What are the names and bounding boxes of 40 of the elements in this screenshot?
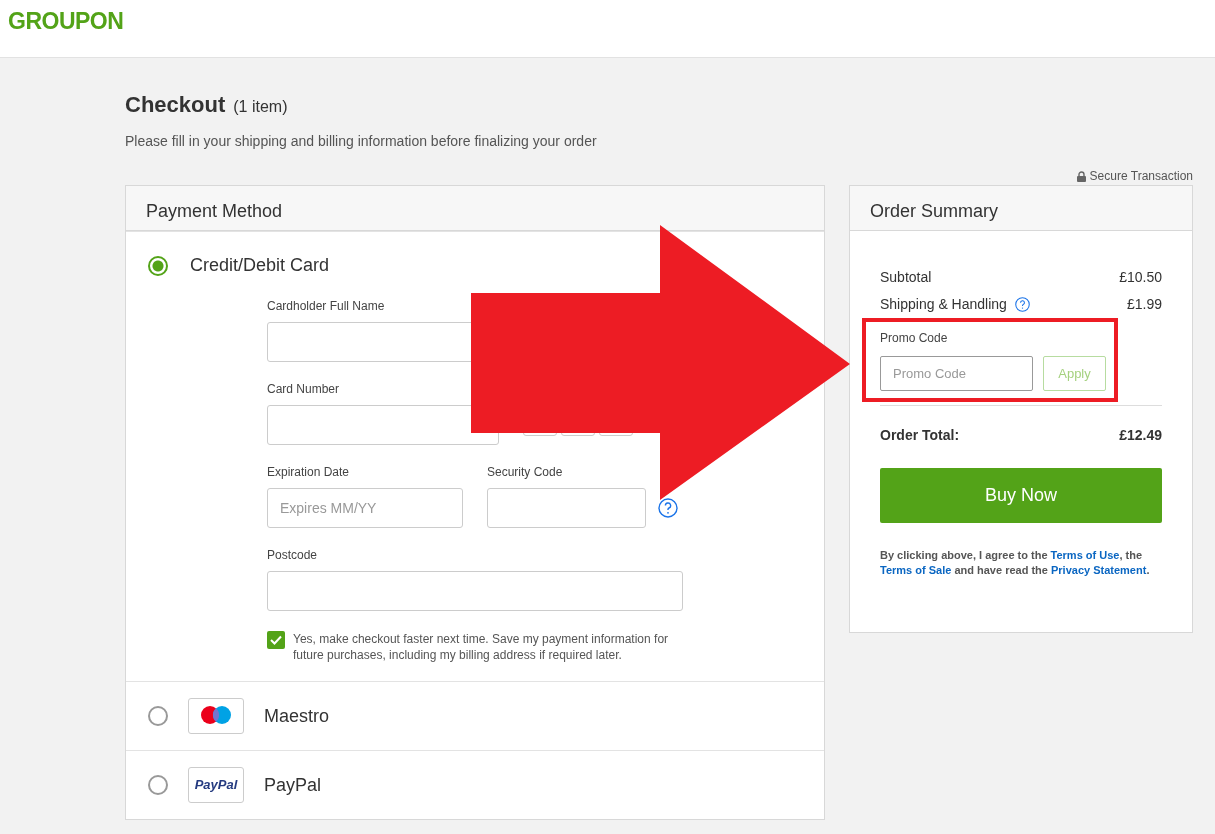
- payment-method-label[interactable]: Credit/Debit Card: [190, 252, 330, 279]
- radio-button[interactable]: [148, 255, 168, 276]
- input-field[interactable]: [267, 405, 499, 445]
- help-icon[interactable]: [658, 498, 678, 518]
- line-amount: £1.99: [1126, 295, 1162, 314]
- input-field[interactable]: [487, 488, 646, 528]
- page-title: Checkout: [125, 91, 226, 119]
- panel-title: Payment Method: [126, 186, 824, 231]
- terms-link[interactable]: Terms of Sale: [880, 564, 952, 576]
- terms-text: By clicking above, I agree to the Terms of Use, the Terms of Sale and have read the Privacy Statement.: [880, 548, 1151, 578]
- save-option-text: Yes, make checkout faster next time. Save my payment information for future purchases, including my billing address if required later.: [293, 631, 670, 663]
- payment-method-label[interactable]: PayPal: [264, 771, 322, 799]
- secure-note: Secure Transaction: [1089, 168, 1193, 185]
- item-count: (1 item): [233, 97, 288, 117]
- field-label: Postcode: [267, 548, 319, 563]
- line-label: Shipping & Handling: [880, 295, 1007, 314]
- radio-button[interactable]: [148, 775, 168, 795]
- panel-title: Order Summary: [850, 186, 1192, 231]
- input-field[interactable]: [267, 571, 683, 611]
- input-field[interactable]: Expires MM/YY: [267, 488, 463, 528]
- field-label: Expiration Date: [267, 465, 351, 480]
- help-icon[interactable]: [1014, 297, 1030, 312]
- line-label: Subtotal: [880, 268, 932, 287]
- radio-button[interactable]: [148, 706, 168, 726]
- field-label: Security Code: [487, 465, 564, 480]
- field-label: Cardholder Full Name: [267, 299, 386, 314]
- payment-method-label[interactable]: Maestro: [264, 702, 330, 730]
- checkbox[interactable]: [267, 631, 285, 649]
- maestro-logo: [188, 698, 244, 734]
- lock-icon: [1076, 170, 1086, 182]
- total-label: Order Total:: [880, 426, 960, 445]
- total-amount: £12.49: [1119, 426, 1162, 445]
- line-amount: £10.50: [1119, 268, 1162, 287]
- promo-code-field[interactable]: Promo Code: [880, 356, 1033, 391]
- paypal-logo: PayPal: [188, 767, 244, 803]
- field-label: Card Number: [267, 382, 341, 397]
- buy-now-button[interactable]: Buy Now: [880, 468, 1162, 523]
- field-label: Promo Code: [880, 331, 949, 346]
- logo[interactable]: GROUPON: [8, 8, 124, 34]
- page-subtitle: Please fill in your shipping and billing information before finalizing your order: [125, 132, 598, 151]
